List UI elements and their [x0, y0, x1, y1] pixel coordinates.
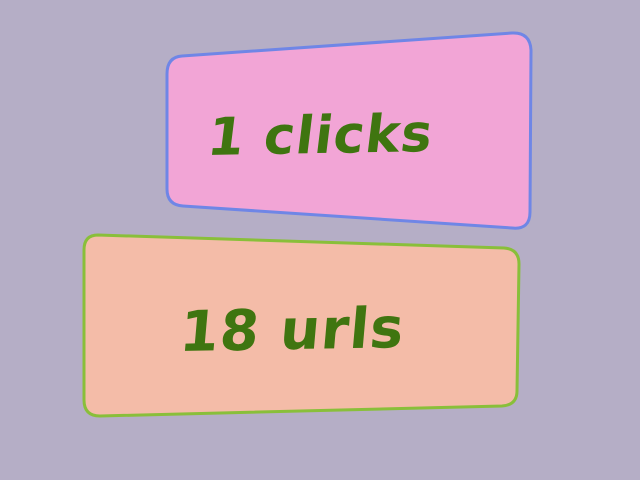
clicks-count-label: 1 clicks: [204, 104, 437, 169]
urls-count-label: 18 urls: [177, 296, 408, 366]
card-shapes: [82, 31, 533, 418]
canvas: 1 clicks 18 urls: [0, 0, 640, 480]
